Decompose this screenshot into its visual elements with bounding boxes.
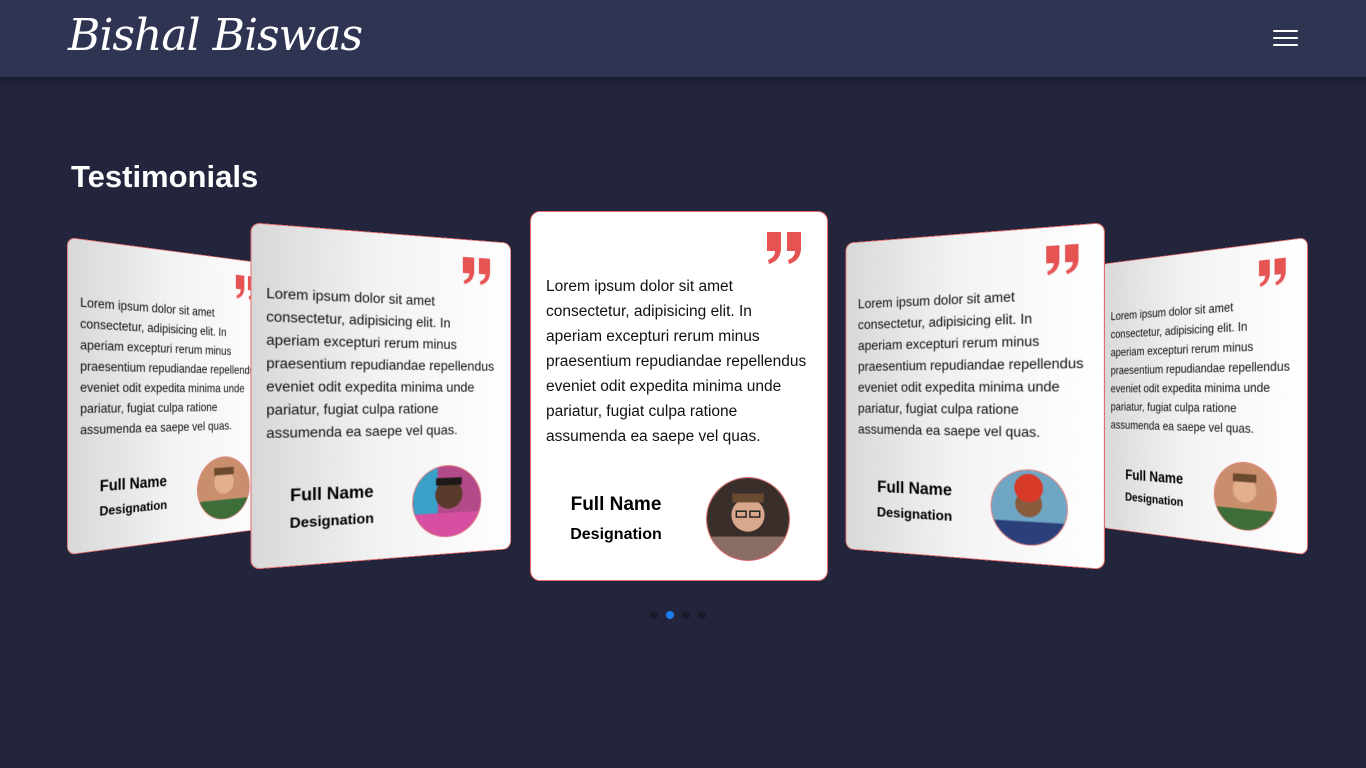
author-name: Full Name [290, 482, 374, 506]
author-designation: Designation [1125, 490, 1184, 510]
testimonial-card[interactable]: Lorem ipsum dolor sit amet consectetur, … [250, 222, 512, 570]
avatar [990, 468, 1068, 549]
author-designation: Designation [570, 526, 662, 543]
avatar [197, 455, 250, 523]
testimonial-text: Lorem ipsum dolor sit amet consectetur, … [80, 295, 260, 438]
author-name: Full Name [570, 494, 662, 515]
pagination-dot[interactable] [698, 611, 706, 619]
section-title: Testimonials [71, 159, 259, 194]
avatar [706, 477, 790, 561]
logo[interactable]: Bishal Biswas [68, 4, 363, 68]
testimonial-text: Lorem ipsum dolor sit amet consectetur, … [857, 289, 1084, 441]
author-name: Full Name [1125, 467, 1184, 488]
avatar [412, 464, 482, 540]
pagination-dot-active[interactable] [666, 611, 674, 619]
pagination-dot[interactable] [682, 611, 690, 619]
author-name: Full Name [99, 473, 167, 496]
quote-icon [765, 230, 805, 266]
avatar [1213, 460, 1277, 535]
author-designation: Designation [289, 511, 374, 532]
author-designation: Designation [876, 505, 953, 525]
quote-icon [461, 255, 493, 287]
quote-icon [1257, 256, 1289, 289]
navbar: Bishal Biswas [0, 0, 1366, 77]
author-name: Full Name [877, 478, 952, 500]
author-designation: Designation [99, 498, 168, 520]
carousel-pagination [650, 611, 710, 619]
testimonial-text: Lorem ipsum dolor sit amet consectetur, … [1110, 300, 1290, 437]
testimonial-carousel[interactable]: Lorem ipsum dolor sit amet consectetur, … [0, 195, 1366, 605]
testimonial-card[interactable]: Lorem ipsum dolor sit amet consectetur, … [1101, 236, 1308, 556]
testimonial-card-active[interactable]: Lorem ipsum dolor sit amet consectetur, … [530, 211, 828, 581]
testimonial-text: Lorem ipsum dolor sit amet consectetur, … [266, 286, 495, 442]
hamburger-menu-button[interactable] [1268, 26, 1302, 52]
pagination-dot[interactable] [650, 611, 658, 619]
testimonial-card[interactable]: Lorem ipsum dolor sit amet consectetur, … [66, 236, 272, 556]
testimonial-text: Lorem ipsum dolor sit amet consectetur, … [546, 278, 807, 445]
hamburger-menu-icon-bar [1273, 44, 1298, 46]
hamburger-menu-icon-bar [1273, 37, 1298, 39]
testimonial-card[interactable]: Lorem ipsum dolor sit amet consectetur, … [845, 222, 1105, 570]
quote-icon [1044, 242, 1082, 278]
hamburger-menu-icon [1273, 30, 1298, 32]
